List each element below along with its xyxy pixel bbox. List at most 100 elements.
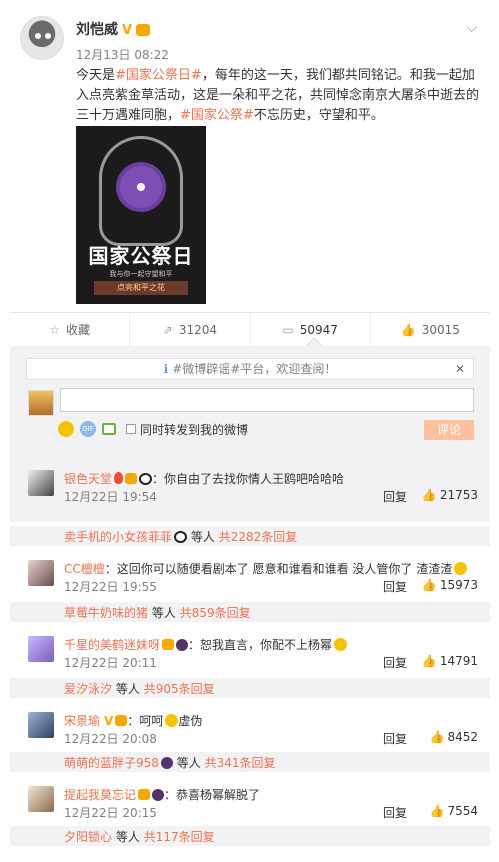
repost-button[interactable]: ⇗ 31204 bbox=[130, 313, 251, 346]
commenter-avatar[interactable] bbox=[28, 786, 54, 812]
level-badge-icon bbox=[152, 789, 165, 801]
thumbs-up-icon: 👍 bbox=[421, 578, 437, 592]
repost-checkbox[interactable] bbox=[126, 424, 136, 434]
sub-replies-bar[interactable]: 卖手机的小女孩菲菲 等人 共2282条回复 bbox=[10, 526, 490, 546]
comment-like-count: 7554 bbox=[447, 804, 478, 818]
commenter-avatar[interactable] bbox=[28, 470, 54, 496]
text-segment: 今天是 bbox=[76, 68, 116, 83]
comment-time: 12月22日 19:54 bbox=[64, 490, 157, 504]
poster-subtitle: 我与你一起守望和平 bbox=[109, 270, 173, 278]
image-icon[interactable] bbox=[102, 423, 116, 435]
repost-checkbox-label: 同时转发到我的微博 bbox=[140, 422, 249, 437]
reply-button[interactable]: 回复 bbox=[383, 654, 407, 671]
comment-text: ：这回你可以随便看剧本了 愿意和谁看和谁看 没人管你了 渣渣渣 bbox=[104, 562, 453, 576]
rumor-notice-bar[interactable]: ℹ #微博辟谣#平台，欢迎查阅！ ✕ bbox=[26, 358, 474, 380]
repost-icon: ⇗ bbox=[162, 322, 173, 337]
comment-text: ：你自由了去找你情人王鸥吧哈哈哈 bbox=[152, 472, 345, 486]
sub-reply-mid: 等人 bbox=[115, 830, 140, 844]
comment-item: 千星的美鹤迷妹呀 ：恕我直言，你配不上杨幂 12月22日 20:11 回复 👍 14… bbox=[10, 634, 490, 670]
topic-link[interactable]: #国家公祭# bbox=[180, 108, 254, 123]
author-avatar[interactable] bbox=[20, 16, 64, 60]
comment-like-button[interactable]: 👍 8452 bbox=[430, 730, 479, 744]
avatar-eye-icon bbox=[45, 33, 51, 39]
avatar-eye-icon bbox=[35, 33, 41, 39]
sub-reply-user[interactable]: 草莓牛奶味的猪 bbox=[64, 606, 148, 620]
repost-count: 31204 bbox=[178, 322, 217, 337]
sub-reply-count[interactable]: 共117条回复 bbox=[144, 830, 215, 844]
commenter-name[interactable]: 银色天堂 bbox=[64, 472, 112, 486]
comment-like-button[interactable]: 👍 14791 bbox=[422, 654, 478, 668]
comment-input[interactable] bbox=[60, 388, 474, 412]
comment-like-button[interactable]: 👍 15973 bbox=[422, 578, 478, 592]
comment-time: 12月22日 20:15 bbox=[64, 806, 157, 820]
sub-reply-mid: 等人 bbox=[151, 606, 176, 620]
sub-reply-user[interactable]: 爱汐泳汐 bbox=[64, 682, 112, 696]
sub-reply-user[interactable]: 卖手机的小女孩菲菲 bbox=[64, 530, 172, 544]
commenter-name[interactable]: 提起我莫忘记 bbox=[64, 788, 136, 802]
commenter-avatar[interactable] bbox=[28, 636, 54, 662]
star-icon: ☆ bbox=[49, 322, 60, 337]
sub-replies-bar[interactable]: 夕阳锁心 等人 共117条回复 bbox=[10, 826, 490, 846]
comment-text: ：恕我直言，你配不上杨幂 bbox=[188, 638, 333, 652]
commenter-name[interactable]: 宋景瑜 bbox=[64, 714, 100, 728]
flame-icon bbox=[114, 472, 124, 484]
chevron-down-icon[interactable]: ⌵ bbox=[466, 20, 477, 36]
sub-reply-count[interactable]: 共905条回复 bbox=[144, 682, 215, 696]
sub-reply-user[interactable]: 萌萌的蓝胖子958 bbox=[64, 756, 159, 770]
reply-button[interactable]: 回复 bbox=[383, 730, 407, 747]
my-avatar bbox=[28, 390, 54, 416]
text-segment: 不忘历史，守望和平。 bbox=[253, 108, 384, 123]
laughing-emoji-icon bbox=[454, 562, 468, 575]
favorite-label: 收藏 bbox=[66, 323, 91, 337]
submit-comment-button[interactable]: 评论 bbox=[424, 420, 474, 440]
poster-title: 国家公祭日 bbox=[88, 244, 194, 268]
sub-reply-mid: 等人 bbox=[115, 682, 140, 696]
author-name[interactable]: 刘恺威 bbox=[76, 22, 118, 38]
comment-toolbar: GIF 同时转发到我的微博 bbox=[58, 420, 248, 438]
info-icon: ℹ bbox=[163, 362, 169, 376]
commenter-name[interactable]: 千星的美鹤迷妹呀 bbox=[64, 638, 160, 652]
close-icon[interactable]: ✕ bbox=[455, 359, 465, 379]
panda-icon bbox=[139, 473, 153, 485]
level-badge-icon bbox=[160, 757, 173, 769]
sub-reply-count[interactable]: 共2282条回复 bbox=[219, 530, 298, 544]
reply-button[interactable]: 回复 bbox=[383, 578, 407, 595]
sub-replies-bar[interactable]: 萌萌的蓝胖子958 等人 共341条回复 bbox=[10, 752, 490, 772]
like-button[interactable]: 👍 30015 bbox=[371, 313, 490, 346]
notice-text: #微博辟谣#平台，欢迎查阅！ bbox=[172, 362, 337, 376]
vip-crown-icon bbox=[162, 639, 175, 650]
thumbs-up-icon: 👍 bbox=[421, 488, 437, 502]
post-time[interactable]: 12月13日 08:22 bbox=[76, 46, 169, 63]
purple-flower-graphic bbox=[120, 166, 162, 208]
divider bbox=[10, 512, 490, 522]
commenter-avatar[interactable] bbox=[28, 712, 54, 738]
sub-reply-mid: 等人 bbox=[176, 756, 201, 770]
reply-button[interactable]: 回复 bbox=[383, 488, 407, 505]
post-image[interactable]: 国家公祭日 我与你一起守望和平 点亮和平之花 bbox=[76, 126, 206, 304]
comment-item: 提起我莫忘记 ：恭喜杨幂解脱了 12月22日 20:15 回复 👍 7554 bbox=[10, 784, 490, 820]
poster-banner: 点亮和平之花 bbox=[94, 281, 188, 295]
like-count: 30015 bbox=[421, 322, 460, 337]
sub-reply-count[interactable]: 共859条回复 bbox=[180, 606, 251, 620]
level-badge-icon bbox=[176, 639, 189, 651]
comment-item: CC檀檀：这回你可以随便看剧本了 愿意和谁看和谁看 没人管你了 渣渣渣 12月2… bbox=[10, 558, 490, 594]
sub-reply-user[interactable]: 夕阳锁心 bbox=[64, 830, 112, 844]
reply-button[interactable]: 回复 bbox=[383, 804, 407, 821]
sub-replies-bar[interactable]: 爱汐泳汐 等人 共905条回复 bbox=[10, 678, 490, 698]
emoji-icon[interactable] bbox=[58, 421, 74, 437]
comment-like-count: 14791 bbox=[439, 654, 478, 668]
commenter-name[interactable]: CC檀檀 bbox=[64, 562, 105, 576]
comment-like-button[interactable]: 👍 7554 bbox=[430, 804, 479, 818]
gif-icon[interactable]: GIF bbox=[80, 421, 96, 437]
comment-like-button[interactable]: 👍 21753 bbox=[422, 488, 478, 502]
topic-link[interactable]: #国家公祭日# bbox=[115, 68, 202, 83]
sub-replies-bar[interactable]: 草莓牛奶味的猪 等人 共859条回复 bbox=[10, 602, 490, 622]
commenter-avatar[interactable] bbox=[28, 560, 54, 586]
weibo-post: 刘恺威 V 12月13日 08:22 ⌵ 今天是#国家公祭日#，每年的这一天，我们… bbox=[0, 0, 499, 312]
favorite-button[interactable]: ☆ 收藏 bbox=[10, 313, 131, 346]
comment-like-count: 21753 bbox=[439, 488, 478, 502]
vip-crown-icon bbox=[115, 715, 128, 726]
comment-time: 12月22日 19:55 bbox=[64, 580, 157, 594]
comment-item: 宋景瑜 V ：呵呵 虚伪 12月22日 20:08 回复 👍 8452 bbox=[10, 710, 490, 746]
sub-reply-count[interactable]: 共341条回复 bbox=[205, 756, 276, 770]
